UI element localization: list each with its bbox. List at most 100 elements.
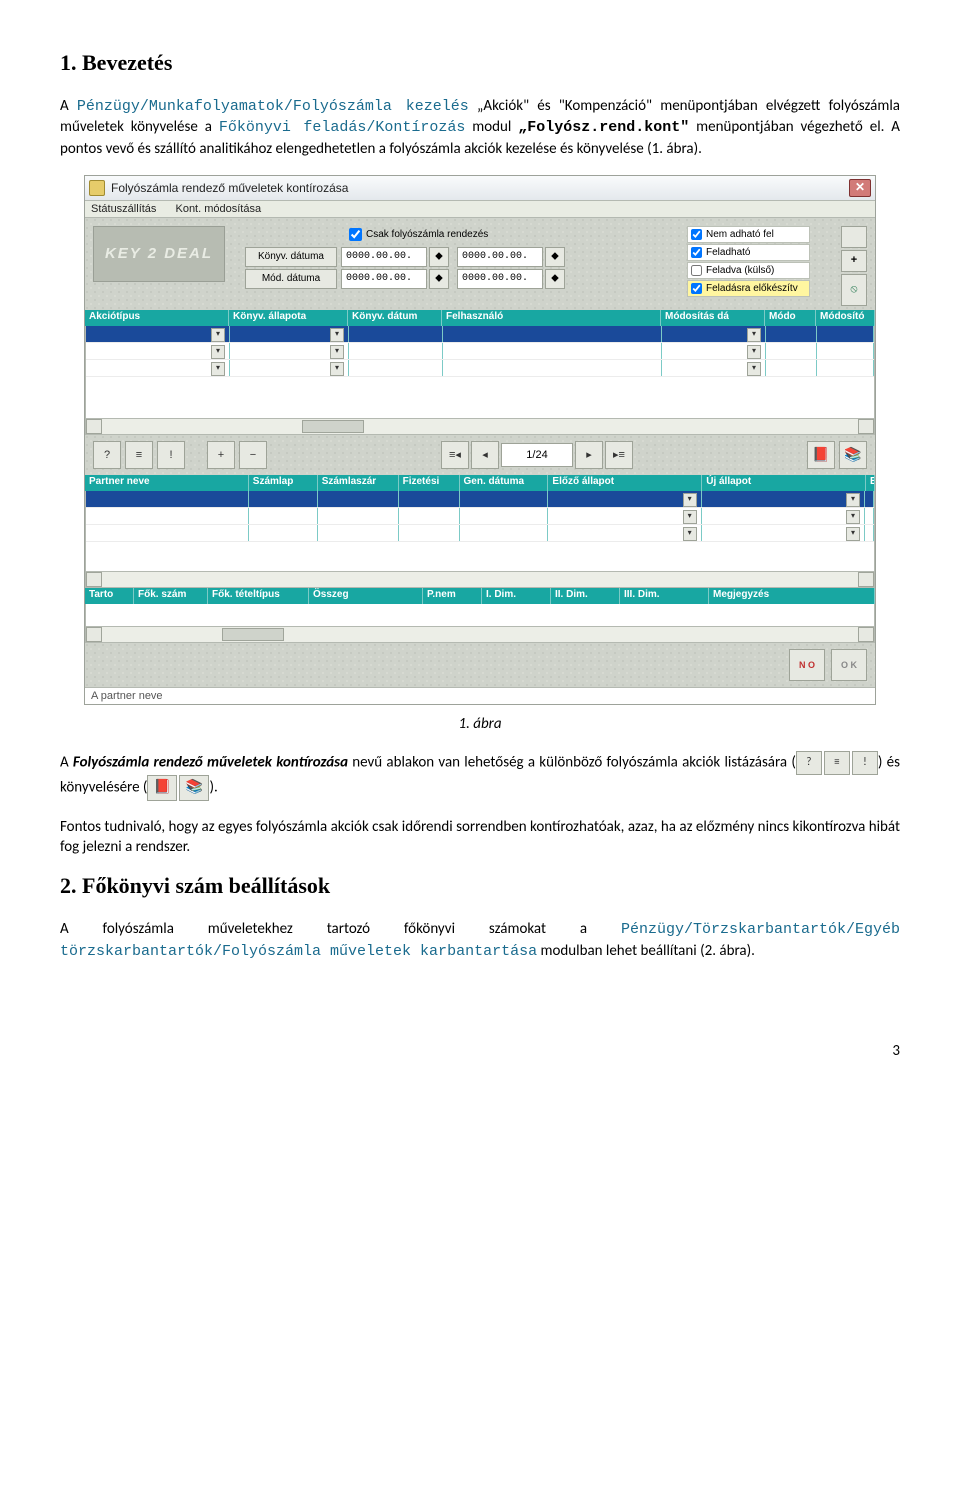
p2a: A bbox=[60, 753, 73, 771]
drop-icon[interactable] bbox=[846, 493, 860, 507]
csak-checkbox[interactable] bbox=[349, 228, 362, 241]
g2h4: Fizetési bbox=[399, 475, 460, 491]
book-red-icon: 📕 bbox=[147, 775, 177, 801]
book-stack-button[interactable]: 📚 bbox=[839, 441, 867, 469]
opt-feladva[interactable]: Feladva (külső) bbox=[687, 262, 810, 279]
g3h5: P.nem bbox=[423, 588, 482, 604]
opt-elokeszitve[interactable]: Feladásra előkészítv bbox=[687, 280, 810, 297]
scroll-thumb[interactable] bbox=[302, 420, 364, 433]
drop-icon[interactable] bbox=[330, 345, 344, 359]
g2h3: Számlaszár bbox=[318, 475, 399, 491]
alert-button[interactable]: ! bbox=[157, 441, 185, 469]
section2-heading: 2. Főkönyvi szám beállítások bbox=[60, 873, 900, 899]
drop-icon[interactable] bbox=[683, 493, 697, 507]
cancel-btn[interactable]: ⦸ bbox=[841, 274, 867, 306]
g1h4: Felhasználó bbox=[442, 310, 661, 326]
scroll-right-icon[interactable] bbox=[858, 572, 874, 587]
mod-datum-label[interactable]: Mód. dátuma bbox=[245, 269, 337, 289]
query-button[interactable]: ? bbox=[93, 441, 121, 469]
menu-kontmod[interactable]: Kont. módosítása bbox=[175, 203, 261, 215]
drop-icon[interactable] bbox=[211, 345, 225, 359]
scroll-right-icon[interactable] bbox=[858, 419, 874, 434]
g3h9: Megjegyzés bbox=[709, 588, 875, 604]
next-button[interactable]: ▸ bbox=[575, 441, 603, 469]
g1h1: Akciótípus bbox=[85, 310, 229, 326]
opt3-label: Feladva (külső) bbox=[706, 265, 774, 276]
konyv-datum-to-btn[interactable]: ⬥ bbox=[545, 247, 565, 267]
close-button[interactable]: ✕ bbox=[849, 179, 871, 197]
grid2-row[interactable] bbox=[86, 508, 874, 525]
opt-nemadhato[interactable]: Nem adható fel bbox=[687, 226, 810, 243]
inline-icons-book: 📕📚 bbox=[147, 775, 209, 801]
status-bar: A partner neve bbox=[85, 687, 875, 704]
book-stack-icon: 📚 bbox=[179, 775, 209, 801]
drop-icon[interactable] bbox=[683, 527, 697, 541]
grid1-body[interactable] bbox=[85, 326, 875, 419]
konyv-datum-from[interactable]: 0000.00.00. bbox=[341, 247, 427, 267]
konyv-datum-label[interactable]: Könyv. dátuma bbox=[245, 247, 337, 267]
scroll-left-icon[interactable] bbox=[86, 419, 102, 434]
p2d: ). bbox=[209, 778, 217, 796]
mod-datum-from[interactable]: 0000.00.00. bbox=[341, 269, 427, 289]
drop-icon[interactable] bbox=[846, 527, 860, 541]
konyv-datum-from-btn[interactable]: ⬥ bbox=[429, 247, 449, 267]
g2h7: Új állapot bbox=[702, 475, 866, 491]
grid1-hscroll[interactable] bbox=[85, 419, 875, 435]
grid2-hscroll[interactable] bbox=[85, 572, 875, 588]
g2h8: B. k bbox=[866, 475, 875, 491]
plus-button[interactable]: + bbox=[207, 441, 235, 469]
mod-datum-from-btn[interactable]: ⬥ bbox=[429, 269, 449, 289]
drop-icon[interactable] bbox=[747, 345, 761, 359]
opt2-label: Feladható bbox=[706, 247, 750, 258]
g3h7: II. Dim. bbox=[551, 588, 620, 604]
list-button[interactable]: ≡ bbox=[125, 441, 153, 469]
grid2-body[interactable] bbox=[85, 491, 875, 572]
grid2-row[interactable] bbox=[86, 525, 874, 542]
first-button[interactable]: ≡◂ bbox=[441, 441, 469, 469]
drop-icon[interactable] bbox=[211, 328, 225, 342]
drop-icon[interactable] bbox=[330, 328, 344, 342]
grid1-row[interactable] bbox=[86, 343, 874, 360]
inline-icons-list: ?≡! bbox=[796, 751, 878, 775]
drop-icon[interactable] bbox=[211, 362, 225, 376]
page-number: 3 bbox=[60, 1042, 900, 1060]
plus-btn[interactable]: + bbox=[841, 250, 867, 272]
grid1-row[interactable] bbox=[86, 360, 874, 377]
g3h2: Fők. szám bbox=[134, 588, 208, 604]
grid3-header: Tarto Fők. szám Fők. tételtípus Összeg P… bbox=[85, 588, 875, 604]
scroll-thumb[interactable] bbox=[222, 628, 284, 641]
drop-icon[interactable] bbox=[747, 362, 761, 376]
konyv-datum-to[interactable]: 0000.00.00. bbox=[457, 247, 543, 267]
grid3-hscroll[interactable] bbox=[85, 627, 875, 643]
paragraph-2: A Folyószámla rendező műveletek kontíroz… bbox=[60, 751, 900, 801]
menu-status[interactable]: Státuszállítás bbox=[91, 203, 156, 215]
app-icon bbox=[89, 180, 105, 196]
grid2-row-sel[interactable] bbox=[86, 491, 874, 508]
g1h3: Könyv. dátum bbox=[348, 310, 442, 326]
scroll-left-icon[interactable] bbox=[86, 572, 102, 587]
scroll-left-icon[interactable] bbox=[86, 627, 102, 642]
drop-icon[interactable] bbox=[683, 510, 697, 524]
book-red-button[interactable]: 📕 bbox=[807, 441, 835, 469]
grid1-row-sel[interactable] bbox=[86, 326, 874, 343]
opt1-label: Nem adható fel bbox=[706, 229, 774, 240]
abLak-name: Folyószámla rendező műveletek kontírozás… bbox=[73, 753, 348, 771]
p4a: A folyószámla műveletekhez tartozó főkön… bbox=[60, 920, 621, 938]
mod-datum-to[interactable]: 0000.00.00. bbox=[457, 269, 543, 289]
mod-datum-to-btn[interactable]: ⬥ bbox=[545, 269, 565, 289]
scroll-right-icon[interactable] bbox=[858, 627, 874, 642]
ok-button[interactable]: O K bbox=[831, 649, 867, 681]
last-button[interactable]: ▸≡ bbox=[605, 441, 633, 469]
opt4-label: Feladásra előkészítv bbox=[706, 283, 798, 294]
minus-button[interactable]: − bbox=[239, 441, 267, 469]
drop-icon[interactable] bbox=[747, 328, 761, 342]
scroll-up-btn[interactable] bbox=[841, 226, 867, 248]
no-button[interactable]: N O bbox=[789, 649, 825, 681]
grid2-header: Partner neve Számlap Számlaszár Fizetési… bbox=[85, 475, 875, 491]
g3h6: I. Dim. bbox=[482, 588, 551, 604]
grid3-body[interactable] bbox=[85, 604, 875, 627]
drop-icon[interactable] bbox=[330, 362, 344, 376]
prev-button[interactable]: ◂ bbox=[471, 441, 499, 469]
opt-feladhato[interactable]: Feladható bbox=[687, 244, 810, 261]
drop-icon[interactable] bbox=[846, 510, 860, 524]
